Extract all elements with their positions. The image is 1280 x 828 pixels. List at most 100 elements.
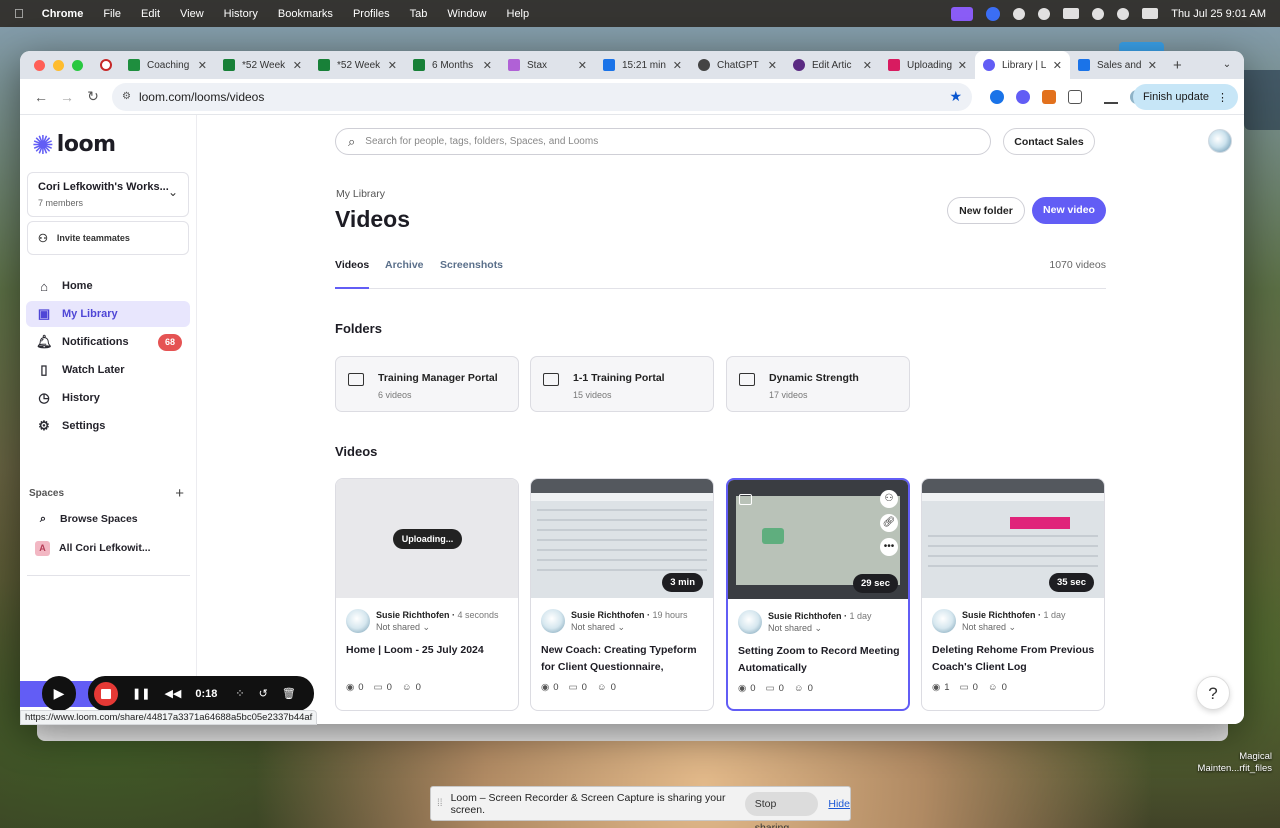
spotlight-icon[interactable] [1117, 7, 1130, 20]
tool-icon[interactable] [1013, 7, 1026, 20]
menu-help[interactable]: Help [507, 8, 530, 20]
close-tab-icon[interactable]: ✕ [1053, 59, 1062, 72]
zoom-icon[interactable] [986, 6, 1001, 21]
hide-link[interactable]: Hide [828, 798, 850, 810]
extension-icon[interactable] [990, 89, 1004, 104]
breadcrumb[interactable]: My Library [336, 188, 385, 200]
share-status-dropdown[interactable]: Not shared ⌄ [962, 622, 1016, 633]
restart-icon[interactable]: ↺ [259, 687, 268, 700]
close-tab-icon[interactable]: ✕ [388, 59, 397, 72]
finish-update-button[interactable]: Finish update ⋮ [1132, 84, 1238, 110]
control-center-icon[interactable] [1142, 8, 1159, 19]
menu-bookmarks[interactable]: Bookmarks [278, 8, 333, 20]
help-button[interactable]: ? [1196, 676, 1230, 710]
browser-tab-active[interactable]: Library | L ✕ [975, 51, 1070, 79]
video-title[interactable]: Home | Loom - 25 July 2024 [346, 642, 510, 659]
sidebar-item-home[interactable]: ⌂ Home [26, 273, 190, 299]
close-tab-icon[interactable]: ✕ [673, 59, 682, 72]
site-info-icon[interactable]: ⚙ [122, 91, 131, 102]
minimize-window-button[interactable] [53, 59, 64, 71]
zoom-window-button[interactable] [72, 59, 83, 71]
close-window-button[interactable] [34, 59, 45, 71]
close-tab-icon[interactable]: ✕ [768, 59, 777, 72]
video-thumbnail[interactable]: Uploading... [336, 479, 518, 598]
address-bar[interactable]: ⚙ loom.com/looms/videos ★ [112, 82, 972, 111]
workspace-switcher[interactable]: Cori Lefkowith's Works... 7 members ⌄ [27, 172, 189, 217]
apple-icon[interactable]:  [14, 6, 24, 21]
video-card[interactable]: Uploading... Susie Richthofen · 4 second… [335, 478, 519, 711]
drag-handle-icon[interactable]: ⁞⁞ [437, 798, 443, 809]
camera-toggle-icon[interactable]: ▶︎ [42, 676, 76, 711]
browser-tab[interactable]: 15:21 min ✕ [595, 51, 690, 79]
tab-videos[interactable]: Videos [335, 259, 370, 289]
puzzle-icon[interactable] [1068, 89, 1082, 104]
video-title[interactable]: New Coach: Creating Typeform for Client … [541, 642, 705, 676]
tab-screenshots[interactable]: Screenshots [440, 259, 503, 289]
close-tab-icon[interactable]: ✕ [863, 59, 872, 72]
browser-tab[interactable]: Coaching ✕ [120, 51, 215, 79]
close-tab-icon[interactable]: ✕ [293, 59, 302, 72]
video-thumbnail[interactable]: 35 sec [922, 479, 1104, 598]
browser-tab[interactable]: 6 Months ✕ [405, 51, 500, 79]
add-space-button[interactable]: + [175, 485, 184, 502]
tab-archive[interactable]: Archive [385, 259, 424, 289]
menu-profiles[interactable]: Profiles [353, 8, 390, 20]
rewind-icon[interactable]: ◀◀ [164, 687, 181, 700]
menu-file[interactable]: File [103, 8, 121, 20]
sidebar-item-my-library[interactable]: ▣ My Library [26, 301, 190, 327]
user-avatar[interactable] [1208, 129, 1232, 153]
recording-tab[interactable] [100, 51, 120, 79]
forward-button[interactable]: → [54, 89, 80, 105]
video-thumbnail[interactable]: 3 min [531, 479, 713, 598]
share-status-dropdown[interactable]: Not shared ⌄ [768, 623, 822, 634]
video-card[interactable]: 35 sec Susie Richthofen · 1 day Not share… [921, 478, 1105, 711]
close-tab-icon[interactable]: ✕ [1148, 59, 1157, 72]
menu-tab[interactable]: Tab [410, 8, 428, 20]
url-text[interactable]: loom.com/looms/videos [139, 90, 949, 104]
sidebar-item-watch-later[interactable]: ▯ Watch Later [26, 357, 190, 383]
back-button[interactable]: ← [28, 89, 54, 105]
play-icon[interactable] [1038, 7, 1051, 20]
trash-icon[interactable]: 🗑︎ [282, 687, 296, 700]
contact-sales-button[interactable]: Contact Sales [1003, 128, 1095, 155]
menu-edit[interactable]: Edit [141, 8, 160, 20]
new-video-button[interactable]: New video [1032, 197, 1106, 224]
menubar-clock[interactable]: Thu Jul 25 9:01 AM [1171, 8, 1266, 20]
reload-button[interactable]: ↻ [80, 88, 106, 105]
video-thumbnail[interactable]: ⚇ 🔗︎ ••• 29 sec [728, 480, 908, 599]
video-card[interactable]: 3 min Susie Richthofen · 19 hours Not sha… [530, 478, 714, 711]
sidebar-item-settings[interactable]: ⚙ Settings [26, 413, 190, 439]
download-icon[interactable] [1104, 90, 1118, 104]
browser-tab[interactable]: *52 Week ✕ [310, 51, 405, 79]
extension-icon[interactable] [1042, 89, 1056, 104]
folder-card[interactable]: Training Manager Portal 6 videos [335, 356, 519, 412]
share-status-dropdown[interactable]: Not shared ⌄ [571, 622, 625, 633]
bookmark-star-icon[interactable]: ★ [949, 88, 962, 105]
copy-link-icon[interactable]: 🔗︎ [880, 514, 898, 532]
battery-icon[interactable] [1063, 8, 1080, 19]
pause-icon[interactable]: ❚❚ [132, 687, 150, 700]
search-input[interactable]: ⌕ Search for people, tags, folders, Space… [335, 128, 991, 155]
browser-tab[interactable]: *52 Week ✕ [215, 51, 310, 79]
folder-card[interactable]: Dynamic Strength 17 videos [726, 356, 910, 412]
browser-tab[interactable]: Edit Artic ✕ [785, 51, 880, 79]
menu-history[interactable]: History [224, 8, 258, 20]
sidebar-item-all-workspace[interactable]: A All Cori Lefkowit... [26, 536, 190, 560]
browser-tab[interactable]: Sales and ✕ [1070, 51, 1165, 79]
close-tab-icon[interactable]: ✕ [578, 59, 587, 72]
sidebar-item-history[interactable]: ◷ History [26, 385, 190, 411]
stop-recording-button[interactable] [94, 681, 118, 706]
select-checkbox[interactable] [739, 494, 752, 505]
sidebar-item-notifications[interactable]: 🔔︎ Notifications 68 [26, 329, 190, 355]
share-status-dropdown[interactable]: Not shared ⌄ [376, 622, 430, 633]
close-tab-icon[interactable]: ✕ [958, 59, 967, 72]
new-tab-button[interactable]: + [1173, 57, 1182, 74]
share-people-icon[interactable]: ⚇ [880, 490, 898, 508]
menu-window[interactable]: Window [447, 8, 486, 20]
close-tab-icon[interactable]: ✕ [483, 59, 492, 72]
video-title[interactable]: Deleting Rehome From Previous Coach's Cl… [932, 642, 1096, 676]
invite-teammates-button[interactable]: ⚇ Invite teammates [27, 221, 189, 255]
browser-tab[interactable]: Uploading ✕ [880, 51, 975, 79]
menu-app[interactable]: Chrome [42, 8, 84, 20]
folder-card[interactable]: 1-1 Training Portal 15 videos [530, 356, 714, 412]
